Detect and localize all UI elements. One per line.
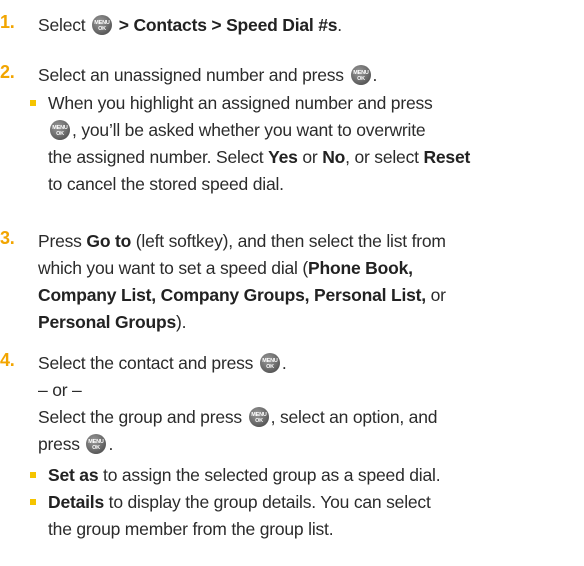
bullet-item-details: Details to display the group details. Yo… (30, 489, 580, 543)
or-separator: – or – (38, 380, 82, 400)
step-number: 4. (0, 350, 15, 370)
step-number: 2. (0, 62, 15, 82)
menu-ok-key-icon: MENU OK (259, 353, 280, 373)
menu-ok-key-icon: MENU OK (50, 120, 70, 140)
yes-option: Yes (268, 147, 298, 167)
step-number: 3. (0, 228, 15, 248)
svg-text:OK: OK (266, 364, 274, 370)
step-1: 1. Select MENU OK > Contacts > Speed Dial… (0, 12, 342, 35)
svg-text:OK: OK (93, 445, 101, 451)
menu-ok-key-icon: MENU OK (92, 15, 113, 35)
goto-softkey: Go to (86, 231, 132, 251)
phone-book-option: Phone Book, (308, 258, 413, 278)
personal-groups-option: Personal Groups (38, 312, 177, 332)
step-2: 2. Select an unassigned number and press… (0, 62, 580, 198)
svg-text:OK: OK (255, 418, 263, 424)
menu-ok-key-icon: MENU OK (350, 65, 371, 85)
no-option: No (322, 147, 346, 167)
step-4: 4. Select the contact and press MENU OK. … (0, 350, 580, 543)
svg-text:OK: OK (357, 76, 365, 82)
instructions-page: 1. Select MENU OK > Contacts > Speed Dial… (0, 0, 584, 566)
bullet-square-icon (30, 499, 36, 505)
svg-text:OK: OK (56, 131, 64, 137)
svg-text:OK: OK (98, 26, 106, 32)
step-text: Select (38, 15, 91, 35)
menu-ok-key-icon: MENU OK (86, 434, 107, 454)
step-number: 1. (0, 12, 15, 32)
bullet-square-icon (30, 100, 36, 106)
bullet-square-icon (30, 472, 36, 478)
step-3: 3. Press Go to (left softkey), and then … (0, 228, 446, 332)
bullet-item: When you highlight an assigned number an… (30, 90, 580, 198)
reset-option: Reset (423, 147, 471, 167)
menu-ok-key-icon: MENU OK (248, 407, 269, 427)
step-text: Select an unassigned number and press (38, 65, 344, 85)
company-list-options: Company List, Company Groups, Personal L… (38, 285, 426, 305)
menu-path: > Contacts > Speed Dial #s (118, 15, 338, 35)
bullet-item-set-as: Set as to assign the selected group as a… (30, 462, 580, 489)
